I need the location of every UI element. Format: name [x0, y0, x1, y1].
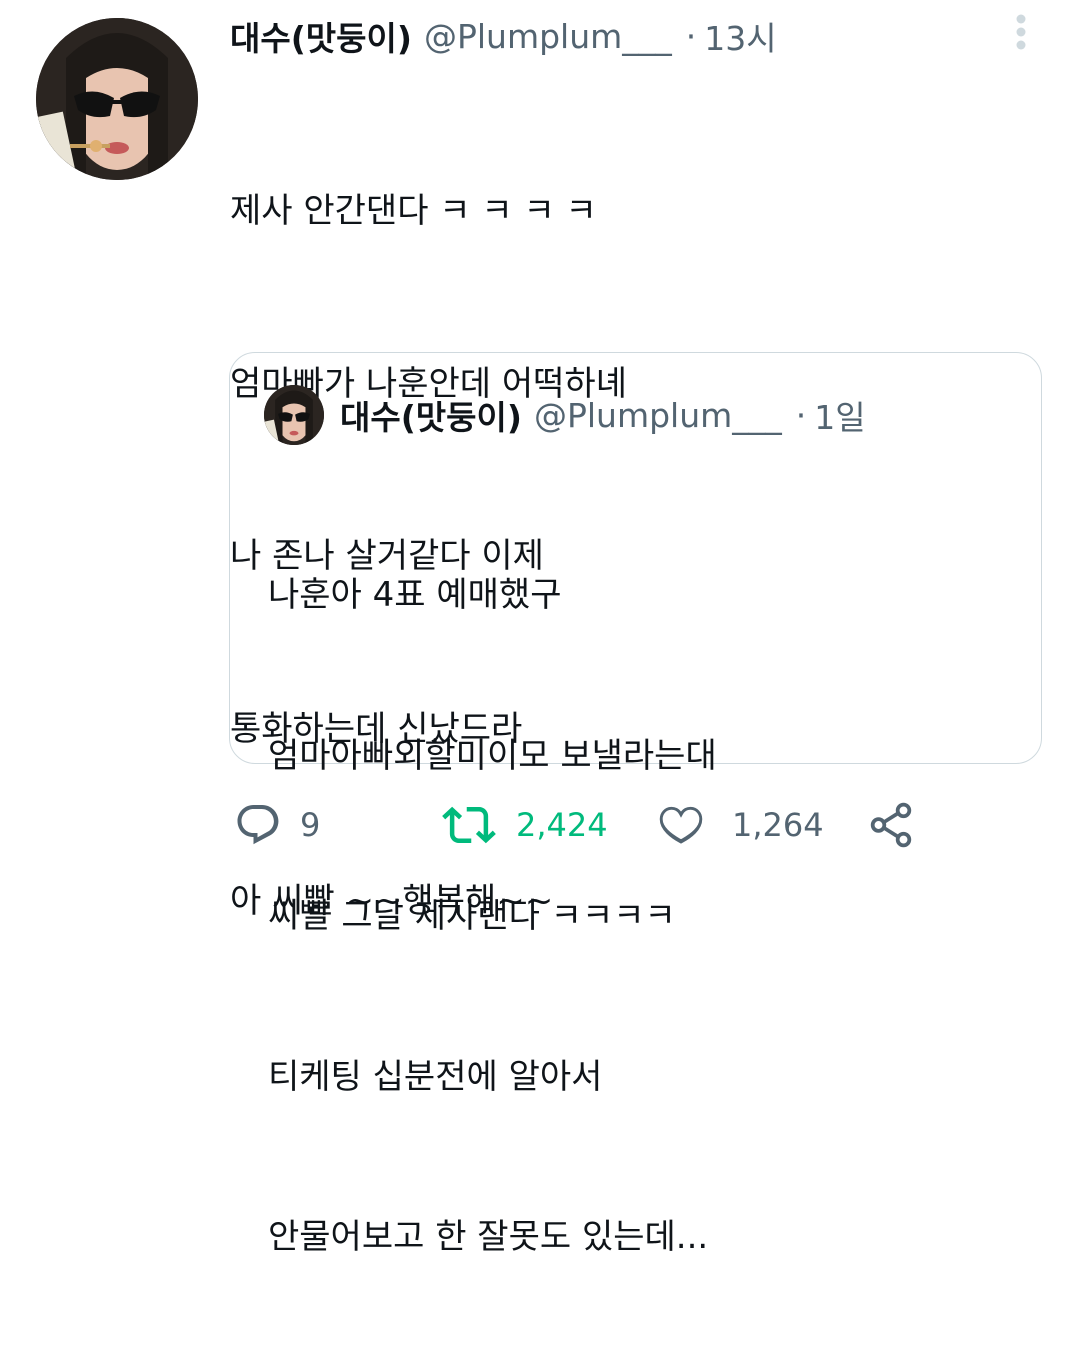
reply-icon [237, 805, 279, 845]
author-name[interactable]: 대수(맛둥이) [230, 12, 412, 60]
quoted-author-handle: @Plumplum___ [533, 395, 782, 435]
quoted-tweet-text: 나훈아 4표 예매했구 엄마아빠외할미이모 보낼라는대 씨빨 그날 제사랜다 ㅋ… [268, 462, 717, 1372]
reply-count: 9 [300, 806, 321, 844]
tweet-text-line: 제사 안간댄다 ㅋ ㅋ ㅋ ㅋ [230, 191, 597, 231]
author-avatar[interactable] [36, 18, 198, 180]
separator-dot: · [795, 395, 807, 435]
tweet-header: 대수(맛둥이) @Plumplum___ · 13시 [230, 12, 777, 60]
like-count: 1,264 [732, 806, 824, 844]
reply-button[interactable]: 9 [234, 795, 320, 855]
share-icon [870, 802, 912, 848]
tweet-actions: 9 2,424 1,264 [0, 795, 1080, 855]
heart-icon [659, 806, 703, 844]
quoted-text-line: 엄마아빠외할미이모 보낼라는대 [268, 735, 717, 776]
quoted-author-name: 대수(맛둥이) [340, 398, 522, 437]
quoted-text-line: 씨빨 그날 제사랜다 ㅋㅋㅋㅋ [268, 896, 676, 936]
quoted-tweet-time: 1일 [814, 398, 866, 437]
separator-dot: · [685, 16, 697, 56]
retweet-count: 2,424 [516, 806, 608, 844]
quoted-text-line: 티케팅 십분전에 알아서 [268, 1056, 603, 1097]
like-button[interactable]: 1,264 [656, 795, 824, 855]
retweet-button[interactable]: 2,424 [442, 795, 608, 855]
quoted-text-line: 안물어보고 한 잘못도 있는데... [268, 1217, 709, 1257]
more-options-icon[interactable] [1007, 12, 1035, 56]
avatar-image [36, 18, 198, 180]
avatar-image [264, 385, 324, 445]
quoted-author-avatar [264, 385, 324, 445]
author-handle[interactable]: @Plumplum___ [424, 17, 672, 56]
share-button[interactable] [866, 795, 916, 855]
tweet-time[interactable]: 13시 [704, 12, 776, 60]
quoted-text-line: 나훈아 4표 예매했구 [268, 575, 562, 615]
quoted-tweet[interactable]: 대수(맛둥이) @Plumplum___ · 1일 나훈아 4표 예매했구 엄마… [229, 352, 1042, 1257]
quoted-tweet-header: 대수(맛둥이) @Plumplum___ · 1일 [340, 393, 866, 438]
retweet-icon [442, 806, 496, 844]
